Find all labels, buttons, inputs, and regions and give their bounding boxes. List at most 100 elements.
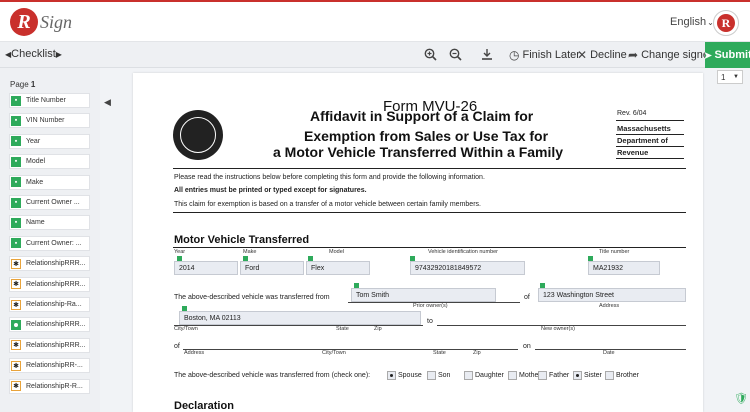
address-field[interactable]: 123 Washington Street: [538, 288, 686, 302]
checklist-field-item[interactable]: ▪ Year: [9, 133, 90, 149]
state-label: State: [433, 350, 446, 356]
checklist-sidebar: Page 1 ▪ Title Number ▪ VIN Number ▪ Year ▪ Mod…: [0, 68, 100, 412]
checklist-field-item[interactable]: ✱ Relationship-Ra...: [9, 297, 90, 312]
checklist-field-item[interactable]: ✱ RelationshipR-R...: [9, 378, 90, 394]
change-signer-button[interactable]: ➦ Change signer: [628, 48, 713, 62]
checklist-field-item[interactable]: ✱ RelationshipRRR...: [9, 337, 90, 353]
checklist-field-item[interactable]: ▪ VIN Number: [9, 113, 90, 129]
submit-button[interactable]: ➤ Submit: [703, 42, 750, 68]
clock-icon: ◷: [509, 48, 520, 62]
checklist-field-item[interactable]: ▪ Name: [9, 215, 90, 231]
language-selector[interactable]: English⌄: [670, 16, 714, 28]
to-text: to: [427, 318, 433, 325]
instruction-text: Please read the instructions below befor…: [174, 174, 485, 181]
download-icon: [482, 49, 492, 60]
user-avatar[interactable]: R: [713, 10, 739, 36]
of-text: of: [524, 294, 530, 301]
field-label: RelationshipR-R...: [26, 382, 83, 390]
checklist-field-item[interactable]: ▪ Current Owner ...: [9, 195, 90, 210]
year-label: Year: [174, 249, 186, 255]
checklist-field-item[interactable]: RelationshipRRR...: [9, 317, 90, 333]
caret-right-icon: ▶: [55, 50, 62, 59]
field-label: RelationshipRRR...: [26, 260, 86, 268]
title-number-field[interactable]: MA21932: [588, 261, 660, 275]
vin-field[interactable]: 97432920181849572: [410, 261, 525, 275]
download-button[interactable]: [481, 48, 493, 60]
checklist-toggle[interactable]: ◀Checklist▶: [5, 48, 62, 60]
asterisk-icon: ✱: [11, 381, 21, 392]
checklist-field-item[interactable]: ✱ RelationshipRRR...: [9, 276, 90, 292]
make-field[interactable]: Ford: [240, 261, 304, 275]
avatar-letter: R: [717, 14, 735, 32]
checklist-field-item[interactable]: ▪ Title Number: [9, 93, 90, 108]
chevron-down-icon: ▼: [733, 74, 739, 80]
collapse-sidebar-icon[interactable]: ◀: [104, 97, 111, 108]
checklist-field-item[interactable]: ✱ RelationshipRRR...: [9, 256, 90, 272]
relationship-label: Father: [549, 372, 570, 379]
model-field[interactable]: Flex: [306, 261, 370, 275]
relationship-checkbox[interactable]: [573, 371, 582, 380]
city-town-label: City/Town: [322, 350, 346, 356]
field-label: Name: [26, 219, 45, 227]
checklist-field-item[interactable]: ▪ Make: [9, 174, 90, 190]
massachusetts-seal: [173, 110, 223, 160]
relationship-label: Daughter: [475, 372, 504, 379]
relationship-checkbox[interactable]: [464, 371, 473, 380]
checklist-field-item[interactable]: ✱ RelationshipRR-...: [9, 358, 90, 374]
relationship-label: Sister: [584, 372, 602, 379]
zoom-in-icon: [424, 48, 437, 61]
zoom-out-button[interactable]: [449, 48, 462, 61]
form-title-line2: Exemption from Sales or Use Tax for: [304, 128, 549, 144]
divider: [173, 212, 686, 213]
relationship-checkbox[interactable]: [538, 371, 547, 380]
relationship-checkbox[interactable]: [387, 371, 396, 380]
language-label: English: [670, 16, 707, 28]
shield-check-icon: 🛡: [734, 393, 748, 405]
zoom-in-button[interactable]: [424, 48, 437, 61]
logo-text: Sign: [40, 11, 73, 32]
finish-later-label: Finish Later: [522, 49, 580, 61]
radio-icon: [11, 319, 21, 330]
decline-label: Decline: [590, 49, 627, 61]
form-title-line3: a Motor Vehicle Transferred Within a Fam…: [273, 144, 564, 160]
prior-owner-field[interactable]: Tom Smith: [351, 288, 496, 302]
text-field-icon: ▪: [11, 136, 21, 147]
decline-button[interactable]: ✕ Decline: [577, 48, 627, 62]
field-label: Model: [26, 158, 46, 166]
top-header: R Sign English⌄ R: [0, 0, 750, 42]
state-label: State: [336, 326, 349, 332]
field-label: Make: [26, 178, 44, 186]
page-selector[interactable]: 1 ▼: [717, 70, 743, 84]
revision-date: Rev. 6/04: [617, 110, 647, 117]
asterisk-icon: ✱: [11, 340, 21, 351]
on-text: on: [523, 343, 531, 350]
field-label: Current Owner: ...: [26, 239, 82, 247]
send-icon: ➤: [703, 49, 713, 62]
divider: [173, 247, 686, 248]
text-field-icon: ▪: [11, 238, 21, 249]
text-field-icon: ▪: [11, 115, 21, 126]
share-arrow-icon: ➦: [628, 48, 639, 62]
field-label: Title Number: [26, 97, 66, 104]
address-label: Address: [184, 350, 205, 356]
zip-label: Zip: [374, 326, 382, 332]
finish-later-button[interactable]: ◷ Finish Later: [509, 48, 580, 62]
instruction-text: All entries must be printed or typed exc…: [174, 187, 367, 194]
field-label: RelationshipRRR...: [26, 280, 86, 288]
relationship-checkbox[interactable]: [427, 371, 436, 380]
city-field[interactable]: Boston, MA 02113: [179, 311, 421, 325]
relationship-checkbox[interactable]: [605, 371, 614, 380]
text-field-icon: ▪: [11, 197, 21, 208]
divider: [616, 146, 684, 147]
check-one-text: The above-described vehicle was transfer…: [174, 372, 371, 379]
checklist-field-item[interactable]: ▪ Model: [9, 154, 90, 170]
zip-label: Zip: [473, 350, 481, 356]
rsign-logo[interactable]: R Sign: [10, 8, 72, 36]
checklist-label: Checklist: [11, 48, 56, 60]
document-toolbar: ◀Checklist▶ ◷ Finish Later ✕ Decline ➦ Chan…: [0, 42, 750, 68]
relationship-checkbox[interactable]: [508, 371, 517, 380]
checklist-field-item[interactable]: ▪ Current Owner: ...: [9, 235, 90, 251]
asterisk-icon: ✱: [11, 279, 21, 290]
change-signer-label: Change signer: [641, 49, 713, 61]
year-field[interactable]: 2014: [174, 261, 238, 275]
